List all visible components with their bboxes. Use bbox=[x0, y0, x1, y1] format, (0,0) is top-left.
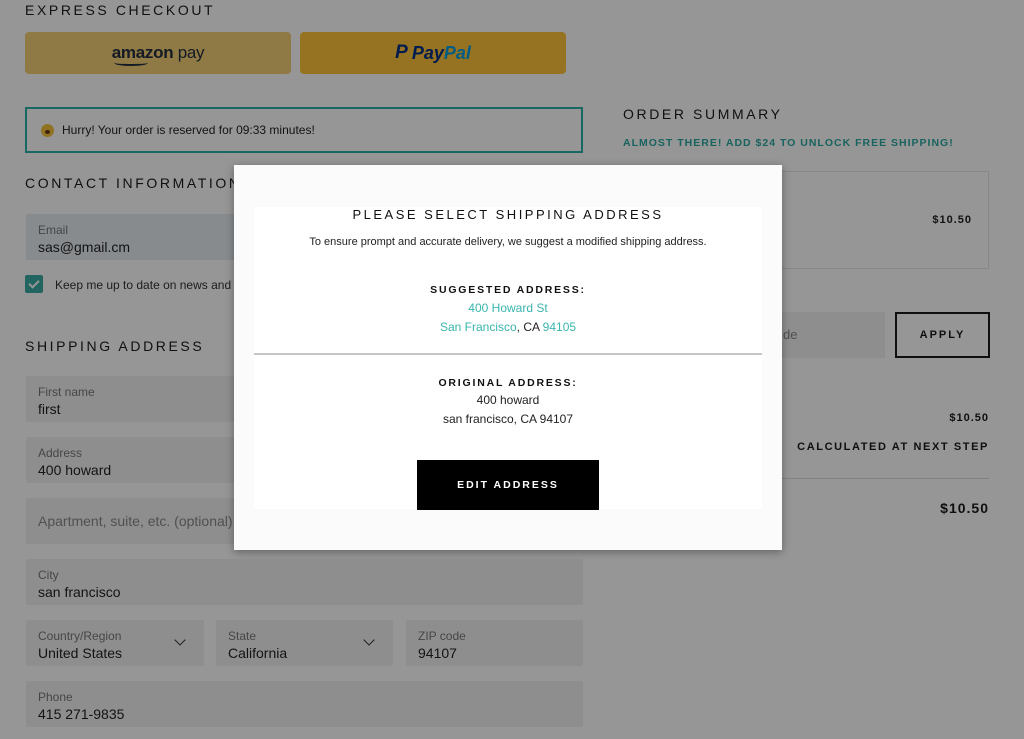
suggested-state: , CA bbox=[516, 320, 543, 334]
original-address-city-line: san francisco, CA 94107 bbox=[442, 412, 574, 426]
suggested-address-city-line[interactable]: San Francisco, CA 94105 bbox=[234, 320, 782, 334]
original-address-street: 400 howard bbox=[476, 393, 540, 407]
original-address-heading: ORIGINAL ADDRESS: bbox=[438, 377, 578, 389]
suggested-address-heading: SUGGESTED ADDRESS: bbox=[430, 284, 586, 296]
suggested-zip[interactable]: 94105 bbox=[543, 320, 576, 334]
modal-divider bbox=[254, 353, 762, 355]
shipping-address-modal: PLEASE SELECT SHIPPING ADDRESS To ensure… bbox=[234, 165, 782, 550]
modal-subtitle: To ensure prompt and accurate delivery, … bbox=[309, 236, 707, 248]
edit-address-button[interactable]: EDIT ADDRESS bbox=[417, 460, 599, 510]
modal-title: PLEASE SELECT SHIPPING ADDRESS bbox=[352, 207, 664, 222]
suggested-address-street[interactable]: 400 Howard St bbox=[234, 301, 782, 315]
suggested-city[interactable]: San Francisco bbox=[440, 320, 517, 334]
